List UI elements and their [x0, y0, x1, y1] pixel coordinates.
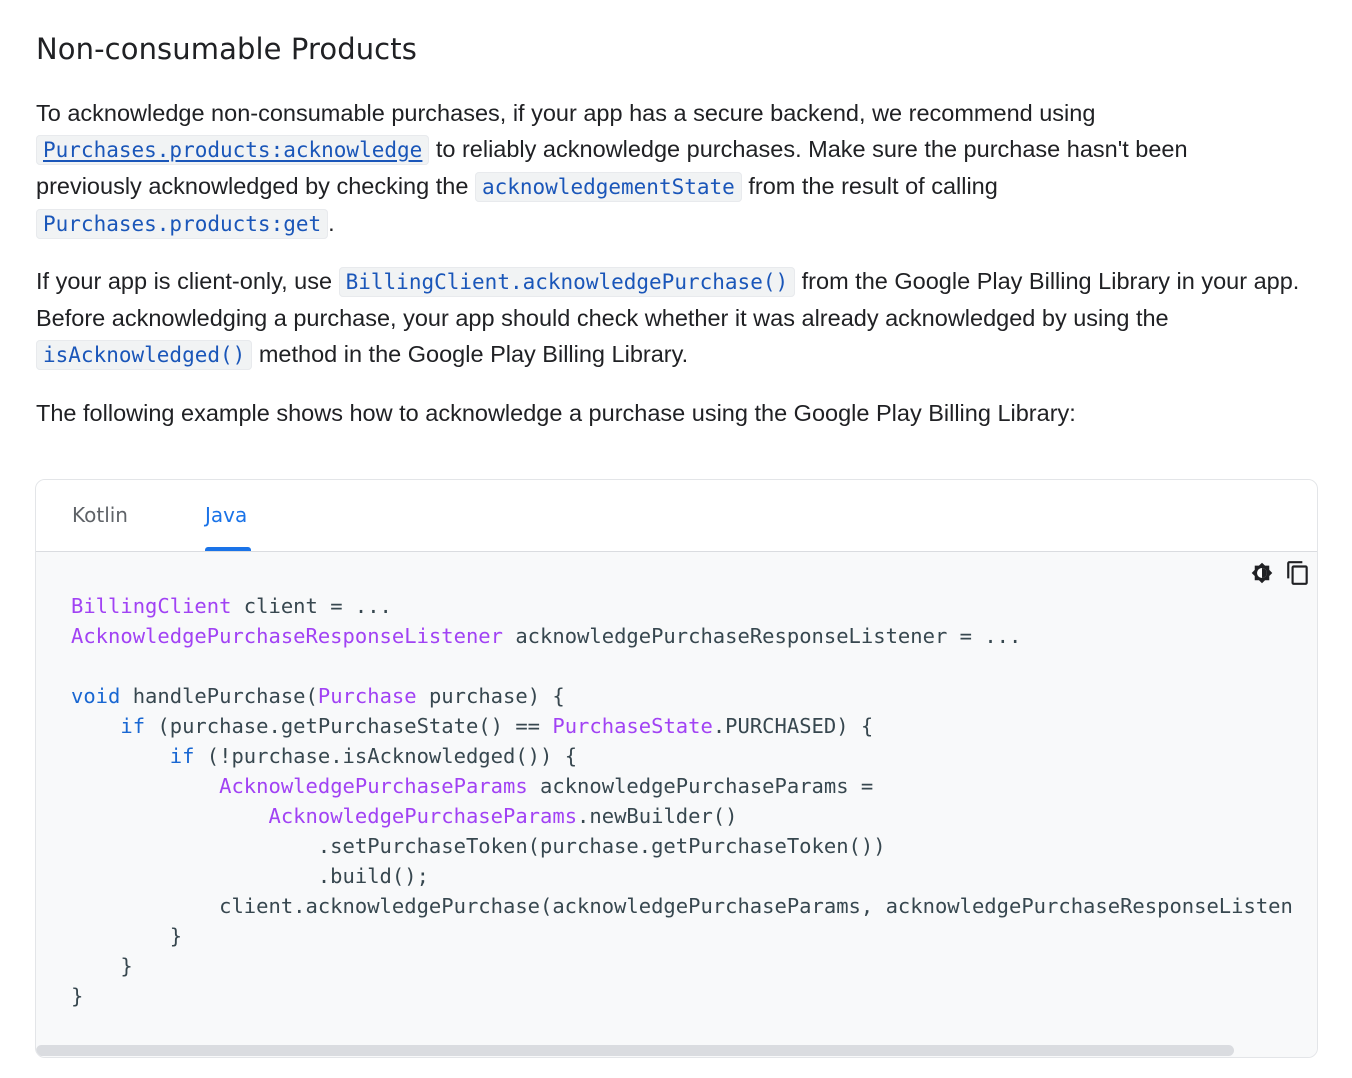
code-line: client.acknowledgePurchase(acknowledgePu… [71, 891, 1293, 921]
is-acknowledged-code: isAcknowledged() [36, 340, 253, 370]
code-token: Purchase [317, 684, 417, 708]
code-line: .build(); [71, 861, 1293, 891]
code-token: .build(); [71, 864, 429, 888]
products-get-code: Purchases.products:get [36, 209, 329, 239]
acknowledgement-state-code: acknowledgementState [474, 172, 742, 202]
code-line: void handlePurchase(Purchase purchase) { [71, 681, 1293, 711]
code-line: } [71, 921, 1293, 951]
code-token: } [71, 954, 133, 978]
code-token: acknowledgePurchaseParams = [527, 774, 874, 798]
code-token: .PURCHASED) { [712, 714, 874, 738]
theme-toggle-button[interactable] [1249, 560, 1275, 586]
code-line: } [71, 951, 1293, 981]
paragraph-text: to reliably acknowledge purchases. Make … [435, 136, 1188, 162]
code-line: if (!purchase.isAcknowledged()) { [71, 741, 1293, 771]
paragraph-text: Before acknowledging a purchase, your ap… [36, 305, 1169, 331]
acknowledge-purchase-code: BillingClient.acknowledgePurchase() [338, 267, 796, 297]
paragraph-text: . [328, 210, 335, 236]
code-token: (purchase.getPurchaseState() == [145, 714, 553, 738]
code-token: client.acknowledgePurchase(acknowledgePu… [71, 894, 1293, 918]
paragraph-example-intro: The following example shows how to ackno… [36, 400, 1076, 426]
code-token: AcknowledgePurchaseParams [268, 804, 578, 828]
copy-icon [1287, 561, 1308, 585]
scrollbar-thumb[interactable] [36, 1045, 1234, 1056]
code-sample-card: Kotlin Java BillingClient client = ... Ac… [35, 479, 1318, 1058]
code-token: AcknowledgePurchaseResponseListener [71, 624, 503, 648]
code-token: client = ... [231, 594, 392, 618]
active-tab-indicator [205, 547, 251, 551]
paragraph-text: If your app is client-only, use [36, 268, 333, 294]
paragraph-text: previously acknowledged by checking the [36, 173, 469, 199]
code-token: } [71, 924, 183, 948]
code-token: if [169, 744, 195, 768]
tab-java[interactable]: Java [205, 503, 247, 527]
code-token: BillingClient [71, 594, 232, 618]
code-tab-bar: Kotlin Java [36, 480, 1317, 552]
code-token: AcknowledgePurchaseParams [219, 774, 528, 798]
code-token: .newBuilder() [577, 804, 738, 828]
tab-kotlin[interactable]: Kotlin [72, 503, 128, 527]
code-token: if [120, 714, 146, 738]
code-line: BillingClient client = ... [71, 591, 1293, 621]
code-token: acknowledgePurchaseResponseListener = ..… [502, 624, 1022, 648]
paragraph-text: method in the Google Play Billing Librar… [258, 341, 689, 367]
paragraph-backend: To acknowledge non-consumable purchases,… [36, 95, 1326, 242]
code-token: PurchaseState [552, 714, 713, 738]
code-line: AcknowledgePurchaseResponseListener ackn… [71, 621, 1293, 651]
code-token: (!purchase.isAcknowledged()) { [194, 744, 578, 768]
paragraph-text: from the Google Play Billing Library in … [801, 268, 1300, 294]
code-line: AcknowledgePurchaseParams.newBuilder() [71, 801, 1293, 831]
horizontal-scrollbar[interactable] [36, 1043, 1317, 1057]
code-token: .setPurchaseToken(purchase.getPurchaseTo… [71, 834, 886, 858]
code-line: AcknowledgePurchaseParams acknowledgePur… [71, 771, 1293, 801]
paragraph-text: from the result of calling [748, 173, 998, 199]
code-token: void [71, 684, 121, 708]
paragraph-client-only: If your app is client-only, use BillingC… [36, 263, 1326, 373]
code-line: } [71, 981, 1293, 1011]
code-line: .setPurchaseToken(purchase.getPurchaseTo… [71, 831, 1293, 861]
paragraph-text: To acknowledge non-consumable purchases,… [36, 100, 1096, 126]
code-line: if (purchase.getPurchaseState() == Purch… [71, 711, 1293, 741]
section-heading: Non-consumable Products [36, 32, 417, 66]
code-token: purchase) { [416, 684, 565, 708]
code-token: } [71, 984, 84, 1008]
code-token: handlePurchase( [120, 684, 318, 708]
acknowledge-api-link[interactable]: Purchases.products:acknowledge [36, 135, 430, 165]
copy-code-button[interactable] [1285, 560, 1311, 586]
code-block: BillingClient client = ... AcknowledgePur… [71, 591, 1293, 1011]
contrast-icon [1251, 562, 1273, 584]
